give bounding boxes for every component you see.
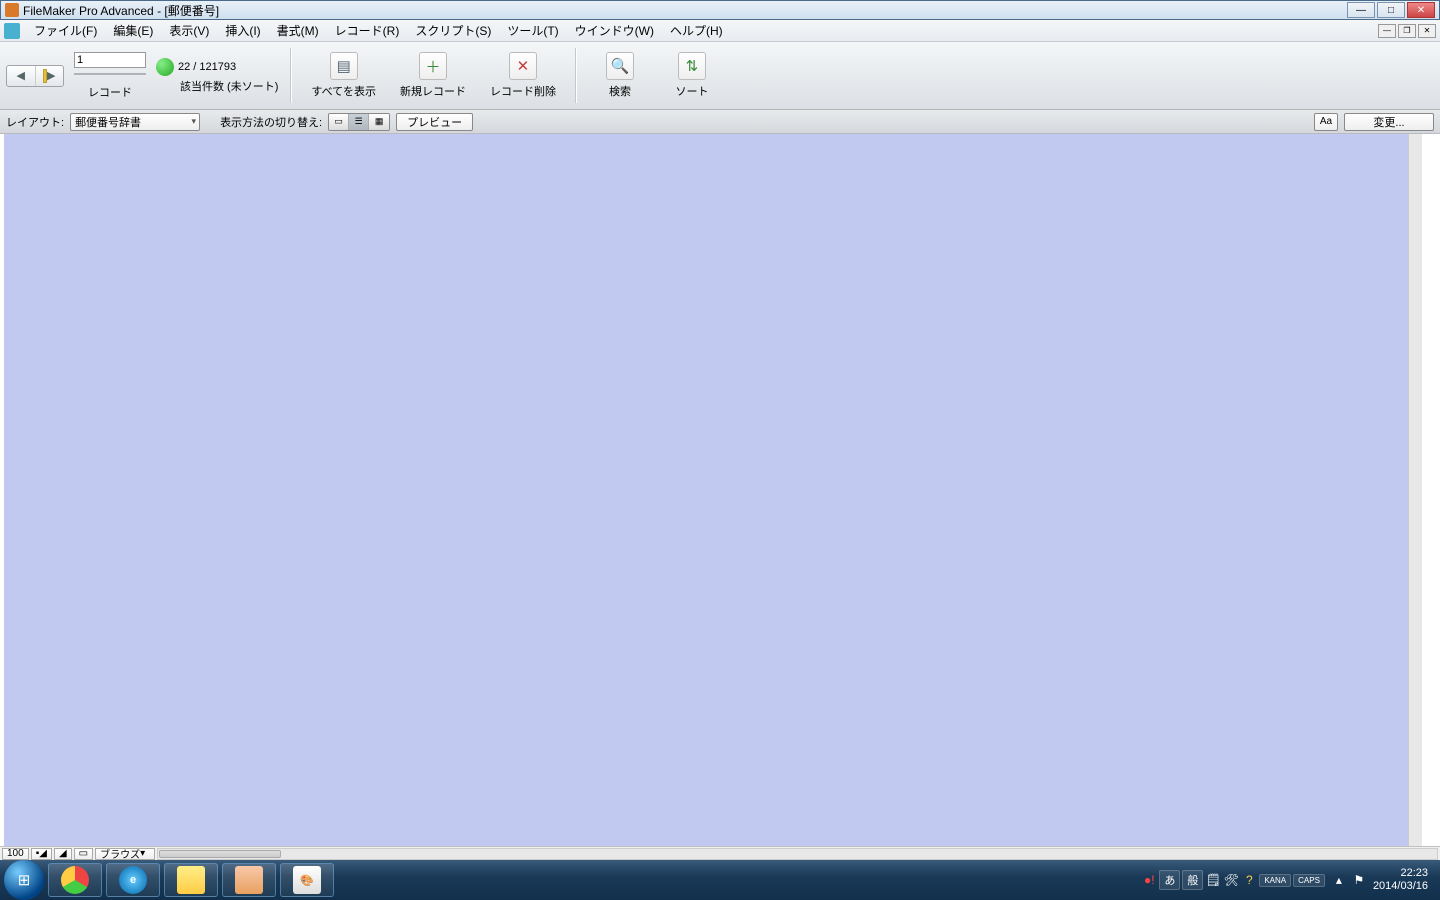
close-button[interactable]: ✕ xyxy=(1407,2,1435,18)
zoom-out-button[interactable]: ▪◢ xyxy=(31,848,52,860)
new-record-button[interactable]: ＋ 新規レコード xyxy=(393,44,473,107)
horizontal-scrollbar[interactable] xyxy=(157,848,1438,860)
task-paint[interactable]: 🎨 xyxy=(280,863,334,897)
task-chrome[interactable] xyxy=(48,863,102,897)
ime-caps[interactable]: CAPS xyxy=(1293,874,1325,887)
menu-ファイル[interactable]: ファイル(F) xyxy=(26,20,105,41)
record-next-button[interactable]: ▶ xyxy=(36,66,64,86)
menu-ウインドウ[interactable]: ウインドウ(W) xyxy=(567,20,662,41)
ime-help-icon[interactable]: ? xyxy=(1241,872,1257,888)
tray-expand-icon[interactable]: ▴ xyxy=(1331,872,1347,888)
toolbar: ◀ ▶ レコード 22 / 121793 該当件数 (未ソート) ▤ すべてを表… xyxy=(0,42,1440,110)
menu-ヘルプ[interactable]: ヘルプ(H) xyxy=(662,20,731,41)
system-tray: ●! あ 般 🗒 🛠 ? KANA CAPS ▴ ⚑ 22:23 2014/03… xyxy=(1141,867,1436,893)
toolbar-toggle-button[interactable]: ▭ xyxy=(74,848,93,860)
sort-button[interactable]: ⇅ ソート xyxy=(661,44,723,107)
window-title: FileMaker Pro Advanced - [郵便番号] xyxy=(23,2,1347,19)
delete-record-button[interactable]: ✕ レコード削除 xyxy=(483,44,563,107)
view-form-button[interactable]: ▭ xyxy=(329,114,349,130)
menu-表示[interactable]: 表示(V) xyxy=(161,20,217,41)
record-nav: ◀ ▶ xyxy=(6,65,64,87)
mdi-close-button[interactable]: ✕ xyxy=(1418,24,1436,38)
layout-label: レイアウト: xyxy=(6,114,64,130)
task-ie[interactable]: e xyxy=(106,863,160,897)
status-bar: 100 ▪◢ ◢ ▭ ブラウズ ▾ xyxy=(0,846,1440,860)
task-filemaker[interactable] xyxy=(222,863,276,897)
search-icon: 🔍 xyxy=(606,52,634,80)
delete-record-icon: ✕ xyxy=(509,52,537,80)
window-titlebar: FileMaker Pro Advanced - [郵便番号] — □ ✕ xyxy=(0,0,1440,20)
text-format-button[interactable]: Aa xyxy=(1314,113,1338,131)
search-button[interactable]: 🔍 検索 xyxy=(589,44,651,107)
menu-編集[interactable]: 編集(E) xyxy=(105,20,161,41)
taskbar: ⊞ e 🎨 ●! あ 般 🗒 🛠 ? KANA CAPS ▴ ⚑ 22:23 2… xyxy=(0,860,1440,900)
mode-select[interactable]: ブラウズ ▾ xyxy=(95,848,155,860)
layout-bar: レイアウト: 郵便番号辞書 表示方法の切り替え: ▭ ☰ ▦ プレビュー Aa … xyxy=(0,110,1440,134)
maximize-button[interactable]: □ xyxy=(1377,2,1405,18)
ime-mode-hiragana[interactable]: あ xyxy=(1159,870,1180,890)
record-slider[interactable] xyxy=(74,69,146,79)
mdi-minimize-button[interactable]: — xyxy=(1378,24,1396,38)
menu-bar: ファイル(F)編集(E)表示(V)挿入(I)書式(M)レコード(R)スクリプト(… xyxy=(0,20,1440,42)
vertical-scrollbar[interactable] xyxy=(1408,134,1422,846)
view-table-button[interactable]: ▦ xyxy=(369,114,389,130)
record-label: レコード xyxy=(88,84,132,100)
zoom-value[interactable]: 100 xyxy=(2,848,29,860)
clock[interactable]: 22:23 2014/03/16 xyxy=(1373,867,1428,893)
change-button[interactable]: 変更... xyxy=(1344,113,1434,131)
menu-挿入[interactable]: 挿入(I) xyxy=(217,20,268,41)
view-list-button[interactable]: ☰ xyxy=(349,114,369,130)
ime-kana[interactable]: KANA xyxy=(1259,874,1291,887)
mdi-restore-button[interactable]: ❐ xyxy=(1398,24,1416,38)
record-prev-button[interactable]: ◀ xyxy=(7,66,36,86)
record-status: 22 / 121793 該当件数 (未ソート) xyxy=(156,44,278,107)
menu-ツール[interactable]: ツール(T) xyxy=(499,20,566,41)
clock-time: 22:23 xyxy=(1373,867,1428,880)
zoom-in-button[interactable]: ◢ xyxy=(54,848,72,860)
view-mode-label: 表示方法の切り替え: xyxy=(220,114,322,130)
view-mode-buttons: ▭ ☰ ▦ xyxy=(328,113,390,131)
content-area: 郵便番号住所住所 1住所 2住所 3 891-9100鹿児島県大島郡和泊町鹿児島… xyxy=(0,134,1440,846)
menu-スクリプト[interactable]: スクリプト(S) xyxy=(407,20,499,41)
preview-button[interactable]: プレビュー xyxy=(396,113,473,131)
clock-date: 2014/03/16 xyxy=(1373,880,1428,893)
show-all-button[interactable]: ▤ すべてを表示 xyxy=(304,44,383,107)
status-led-icon xyxy=(156,58,174,76)
app-icon xyxy=(5,3,19,17)
sort-status: 該当件数 (未ソート) xyxy=(180,78,278,94)
tray-flag-icon[interactable]: ⚑ xyxy=(1351,872,1367,888)
sort-icon: ⇅ xyxy=(678,52,706,80)
menu-書式[interactable]: 書式(M) xyxy=(269,20,327,41)
menu-レコード[interactable]: レコード(R) xyxy=(327,20,408,41)
ime-pad-icon[interactable]: 🗒 xyxy=(1205,872,1221,888)
start-button[interactable]: ⊞ xyxy=(4,860,44,900)
grid-background xyxy=(4,134,1408,846)
minimize-button[interactable]: — xyxy=(1347,2,1375,18)
task-explorer[interactable] xyxy=(164,863,218,897)
ime-tool-icon[interactable]: 🛠 xyxy=(1223,872,1239,888)
show-all-icon: ▤ xyxy=(330,52,358,80)
ime-mode-general[interactable]: 般 xyxy=(1182,870,1203,890)
layout-select[interactable]: 郵便番号辞書 xyxy=(70,113,200,131)
record-count: 22 / 121793 xyxy=(178,60,236,72)
ime-alert-icon[interactable]: ●! xyxy=(1141,872,1157,888)
doc-icon xyxy=(4,23,20,39)
record-index-input[interactable] xyxy=(74,52,146,68)
new-record-icon: ＋ xyxy=(419,52,447,80)
